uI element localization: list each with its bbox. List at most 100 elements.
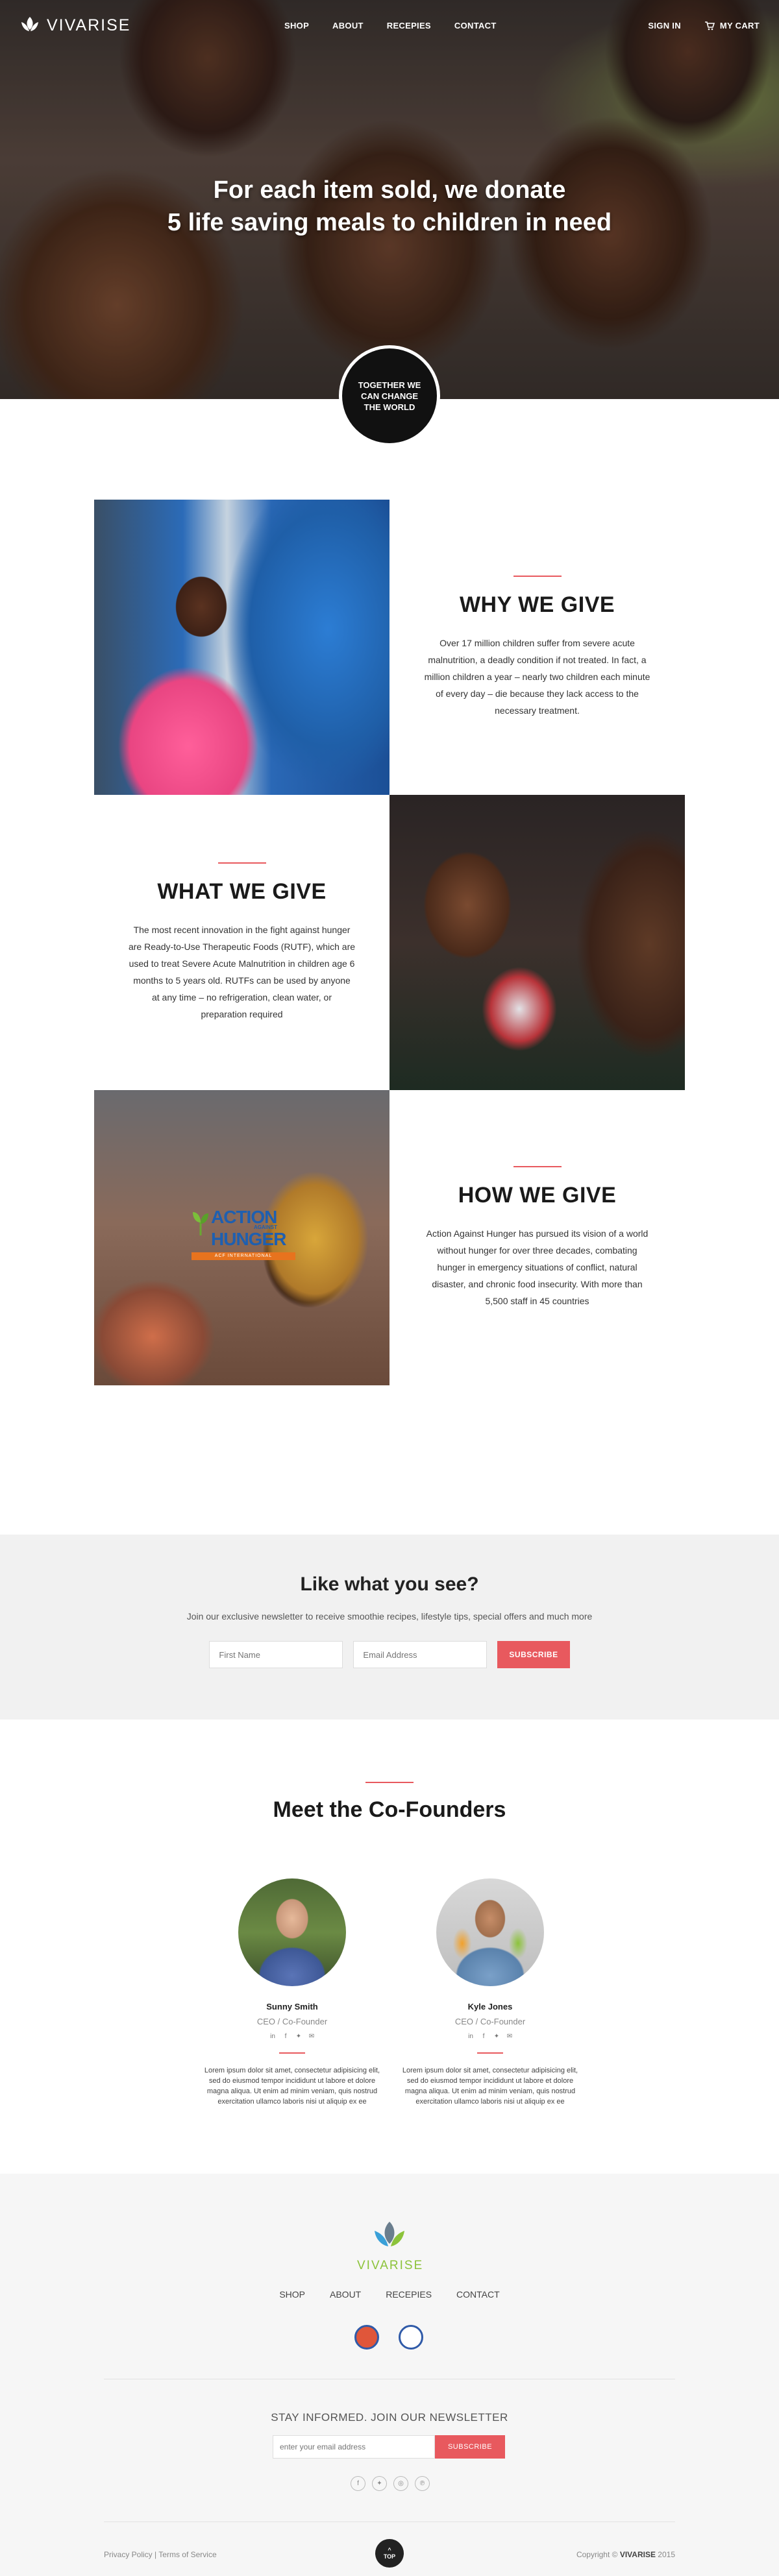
how-we-give-title: HOW WE GIVE: [458, 1183, 617, 1208]
footer: VIVARISE SHOP ABOUT RECEPIES CONTACT STA…: [0, 2174, 779, 2576]
mission-badge: TOGETHER WE CAN CHANGE THE WORLD: [339, 345, 440, 446]
account-nav: SIGN IN MY CART: [648, 21, 760, 30]
why-we-give-body: Over 17 million children suffer from sev…: [424, 638, 650, 716]
what-we-give-image: [390, 795, 685, 1090]
sign-in-link[interactable]: SIGN IN: [648, 21, 681, 30]
give-sections: WHY WE GIVE Over 17 million children suf…: [0, 399, 779, 1535]
footer-socials: f ✦ ◎ ℗: [351, 2476, 430, 2491]
what-we-give-title: WHAT WE GIVE: [157, 879, 327, 904]
brand-name: VIVARISE: [47, 16, 131, 34]
pinterest-icon[interactable]: ℗: [415, 2476, 430, 2491]
privacy-policy-link[interactable]: Privacy Policy: [104, 2550, 153, 2559]
footer-newsletter-form: SUBSCRIBE: [273, 2435, 505, 2459]
cart-icon: [704, 21, 715, 30]
footer-nav: SHOP ABOUT RECEPIES CONTACT: [0, 2289, 779, 2300]
linkedin-icon[interactable]: in: [269, 2033, 277, 2041]
top-nav: VIVARISE SHOP ABOUT RECEPIES CONTACT SIG…: [0, 0, 779, 55]
newsletter-subtitle: Join our exclusive newsletter to receive…: [186, 1611, 593, 1622]
legal-links: Privacy Policy | Terms of Service: [104, 2550, 217, 2559]
what-we-give-body: The most recent innovation in the fight …: [128, 925, 356, 1019]
why-we-give-image: [94, 500, 390, 795]
avatar: [436, 1878, 544, 1986]
nav-shop[interactable]: SHOP: [284, 21, 309, 30]
founder-bio: Lorem ipsum dolor sit amet, consectetur …: [402, 2067, 578, 2106]
nav-about[interactable]: ABOUT: [332, 21, 364, 30]
avatar: [238, 1878, 346, 1986]
linkedin-icon[interactable]: in: [467, 2033, 475, 2041]
founder-socials: in f ✦ ✉: [195, 2033, 390, 2041]
founder-role: CEO / Co-Founder: [256, 2017, 328, 2026]
founder-bio: Lorem ipsum dolor sit amet, consectetur …: [204, 2067, 380, 2106]
founder-card: Sunny Smith CEO / Co-Founder in f ✦ ✉ Lo…: [195, 1878, 390, 2107]
first-name-input[interactable]: [209, 1641, 343, 1668]
email-icon[interactable]: ✉: [506, 2033, 513, 2041]
footer-logo[interactable]: VIVARISE: [357, 2220, 422, 2273]
newsletter-form: SUBSCRIBE: [0, 1641, 779, 1668]
footer-nav-about[interactable]: ABOUT: [330, 2289, 361, 2300]
copyright: Copyright © VIVARISE 2015: [576, 2550, 675, 2559]
footer-subscribe-button[interactable]: SUBSCRIBE: [435, 2435, 505, 2459]
chevron-up-icon: ^: [388, 2547, 391, 2553]
hero-title-line-2: 5 life saving meals to children in need: [167, 209, 612, 236]
leaf-logo-icon: [375, 2222, 404, 2246]
twitter-icon[interactable]: ✦: [493, 2033, 501, 2041]
nav-contact[interactable]: CONTACT: [454, 21, 497, 30]
newsletter-title: Like what you see?: [300, 1574, 479, 1595]
divider: [513, 1166, 562, 1167]
certification-badge-icon: [354, 2325, 379, 2350]
hero-title-line-1: For each item sold, we donate: [213, 176, 566, 204]
footer-newsletter-title: STAY INFORMED. JOIN OUR NEWSLETTER: [271, 2411, 508, 2424]
plant-icon: [193, 1212, 208, 1235]
founder-card: Kyle Jones CEO / Co-Founder in f ✦ ✉ Lor…: [393, 1878, 587, 2107]
nav-recepies[interactable]: RECEPIES: [387, 21, 431, 30]
leaf-logo-icon: [21, 17, 38, 31]
divider: [477, 2052, 503, 2054]
founder-role: CEO / Co-Founder: [454, 2017, 526, 2026]
facebook-icon[interactable]: f: [351, 2476, 365, 2491]
footer-nav-shop[interactable]: SHOP: [279, 2289, 305, 2300]
divider: [279, 2052, 305, 2054]
back-to-top-button[interactable]: ^ TOP: [375, 2539, 404, 2568]
logo[interactable]: VIVARISE: [19, 16, 130, 35]
subscribe-button[interactable]: SUBSCRIBE: [497, 1641, 570, 1668]
footer-nav-contact[interactable]: CONTACT: [456, 2289, 500, 2300]
founder-socials: in f ✦ ✉: [393, 2033, 587, 2041]
founder-name: Sunny Smith: [266, 2002, 318, 2011]
twitter-icon[interactable]: ✦: [295, 2033, 303, 2041]
divider: [217, 862, 266, 864]
legal-separator: |: [155, 2550, 157, 2559]
terms-of-service-link[interactable]: Terms of Service: [158, 2550, 216, 2559]
action-against-hunger-logo: ACTION AGAINST HUNGER ACF INTERNATIONAL: [192, 1207, 295, 1262]
copyright-brand: VIVARISE: [619, 2550, 656, 2559]
how-we-give-image: ACTION AGAINST HUNGER ACF INTERNATIONAL: [94, 1090, 390, 1385]
main-nav: SHOP ABOUT RECEPIES CONTACT: [284, 21, 497, 30]
hero: VIVARISE SHOP ABOUT RECEPIES CONTACT SIG…: [0, 0, 779, 399]
founders-section: Meet the Co-Founders Sunny Smith CEO / C…: [0, 1719, 779, 2174]
why-we-give-title: WHY WE GIVE: [459, 592, 615, 617]
why-we-give-block: WHY WE GIVE Over 17 million children suf…: [390, 500, 685, 795]
cart-label: MY CART: [719, 21, 760, 30]
copyright-prefix: Copyright ©: [576, 2550, 618, 2559]
footer-nav-recepies[interactable]: RECEPIES: [386, 2289, 432, 2300]
divider: [365, 1782, 414, 1783]
email-input[interactable]: [353, 1641, 488, 1668]
footer-brand-name: VIVARISE: [357, 2259, 424, 2272]
founders-title: Meet the Co-Founders: [273, 1797, 506, 1822]
footer-email-input[interactable]: [273, 2435, 435, 2459]
facebook-icon[interactable]: f: [282, 2033, 290, 2041]
certification-badge-icon: [399, 2325, 423, 2350]
instagram-icon[interactable]: ◎: [393, 2476, 408, 2491]
newsletter-section: Like what you see? Join our exclusive ne…: [0, 1535, 779, 1719]
top-label: TOP: [383, 2553, 396, 2560]
aah-logo-line-2: HUNGER: [211, 1229, 286, 1249]
what-we-give-block: WHAT WE GIVE The most recent innovation …: [94, 795, 390, 1090]
hero-title: For each item sold, we donate 5 life sav…: [0, 174, 779, 239]
email-icon[interactable]: ✉: [308, 2033, 315, 2041]
aah-logo-sub: ACF INTERNATIONAL: [192, 1252, 295, 1260]
trust-badges: [354, 2325, 423, 2350]
facebook-icon[interactable]: f: [480, 2033, 488, 2041]
divider: [513, 576, 562, 577]
copyright-year: 2015: [658, 2550, 675, 2559]
cart-link[interactable]: MY CART: [704, 21, 760, 30]
twitter-icon[interactable]: ✦: [372, 2476, 387, 2491]
